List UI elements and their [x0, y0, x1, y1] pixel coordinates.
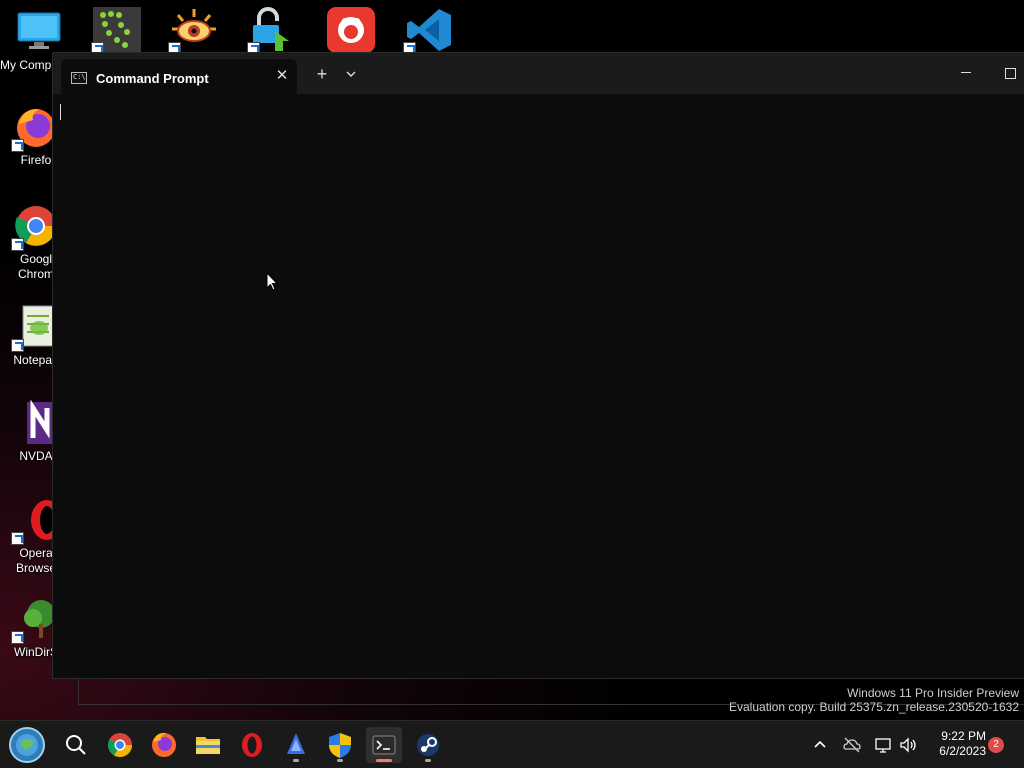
xnview-icon[interactable]	[168, 7, 218, 55]
cmd-icon-text: C:\	[73, 73, 86, 81]
greenshot-icon[interactable]	[91, 7, 141, 55]
start-button[interactable]	[8, 726, 46, 764]
volume-icon[interactable]	[898, 735, 918, 755]
tab-command-prompt[interactable]: C:\ Command Prompt ✕	[61, 59, 297, 94]
clock[interactable]: 9:22 PM 6/2/2023	[928, 729, 986, 759]
terminal-body[interactable]	[53, 94, 1024, 678]
chrome-icon[interactable]	[102, 727, 138, 763]
title-bar[interactable]: C:\ Command Prompt ✕ +	[53, 53, 1024, 94]
computer-icon[interactable]	[16, 7, 64, 53]
maximize-button[interactable]	[1005, 68, 1016, 79]
taskbar: 9:22 PM 6/2/2023 2	[0, 720, 1024, 768]
running-indicator	[293, 759, 299, 762]
clock-date: 6/2/2023	[939, 744, 986, 758]
shortcut-arrow-icon	[11, 631, 24, 644]
clock-time: 9:22 PM	[941, 729, 986, 743]
text-cursor	[60, 104, 61, 120]
tab-title: Command Prompt	[96, 71, 209, 86]
windows-watermark: Windows 11 Pro Insider Preview Evaluatio…	[729, 686, 1019, 714]
chevron-up-icon[interactable]	[810, 735, 830, 755]
app-icon[interactable]	[278, 727, 314, 763]
record-app-icon[interactable]	[327, 7, 375, 53]
running-indicator	[425, 759, 431, 762]
search-icon[interactable]	[58, 727, 94, 763]
minimize-button[interactable]	[959, 63, 975, 79]
cmd-icon: C:\	[71, 72, 87, 84]
running-indicator	[337, 759, 343, 762]
terminal-icon[interactable]	[366, 727, 402, 763]
shortcut-arrow-icon	[11, 139, 24, 152]
notification-badge[interactable]: 2	[988, 737, 1004, 753]
watermark-line-2: Evaluation copy. Build 25375.zn_release.…	[729, 700, 1019, 714]
close-tab-icon[interactable]: ✕	[273, 67, 291, 85]
terminal-window[interactable]: C:\ Command Prompt ✕ +	[52, 52, 1024, 679]
active-indicator	[376, 759, 392, 762]
watermark-line-1: Windows 11 Pro Insider Preview	[847, 686, 1019, 700]
firefox-icon[interactable]	[146, 727, 182, 763]
shortcut-arrow-icon	[11, 532, 24, 545]
shortcut-arrow-icon	[11, 339, 24, 352]
onedrive-offline-icon[interactable]	[842, 735, 862, 755]
security-shield-icon[interactable]	[322, 727, 358, 763]
mouse-pointer-icon	[266, 271, 279, 292]
network-icon[interactable]	[874, 735, 894, 755]
opera-icon[interactable]	[234, 727, 270, 763]
file-explorer-icon[interactable]	[190, 727, 226, 763]
new-tab-button[interactable]: +	[313, 65, 331, 83]
shortcut-arrow-icon	[11, 238, 24, 251]
desktop-icon-label: My Comp	[0, 58, 52, 72]
desktop-icon-my-computer[interactable]: My Comp	[0, 58, 60, 73]
steam-icon[interactable]	[410, 727, 446, 763]
app-unlocker-icon[interactable]	[247, 7, 297, 55]
chevron-down-icon[interactable]	[343, 66, 359, 82]
vscode-icon[interactable]	[403, 7, 453, 55]
